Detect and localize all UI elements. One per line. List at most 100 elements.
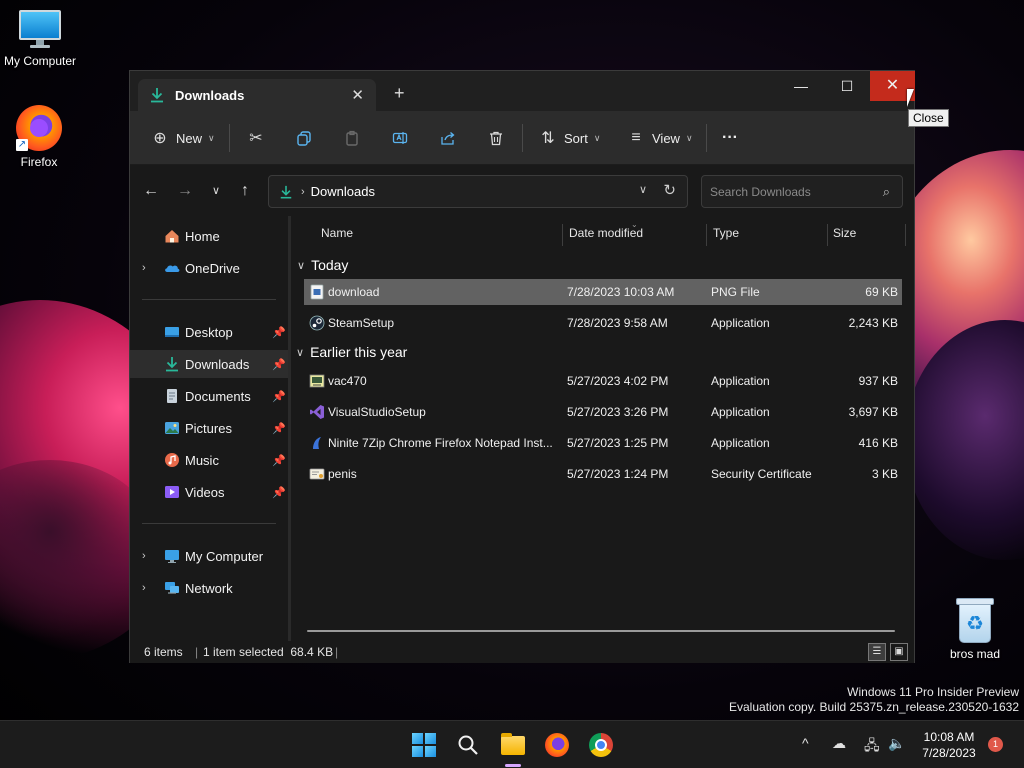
sidebar-item-pictures[interactable]: Pictures 📌 [130, 414, 288, 442]
rename-button[interactable] [390, 124, 410, 152]
tab-title: Downloads [175, 87, 245, 103]
chevron-down-icon: ∨ [685, 132, 693, 143]
sidebar-item-downloads[interactable]: Downloads 📌 [130, 350, 288, 378]
search-icon: ⌕ [882, 184, 890, 199]
table-row[interactable]: download 7/28/2023 10:03 AM PNG File 69 … [304, 279, 902, 305]
search-input[interactable]: Search Downloads ⌕ [701, 175, 903, 208]
sidebar-item-music[interactable]: Music 📌 [130, 446, 288, 474]
table-row[interactable]: Ninite 7Zip Chrome Firefox Notepad Inst.… [304, 430, 902, 456]
more-icon: ··· [722, 129, 738, 146]
music-icon [165, 453, 179, 467]
horizontal-scrollbar[interactable] [307, 630, 895, 632]
png-file-icon [310, 284, 324, 300]
sidebar-item-documents[interactable]: Documents 📌 [130, 382, 288, 410]
file-date: 5/27/2023 1:25 PM [567, 436, 669, 450]
evaluation-watermark: Windows 11 Pro Insider Preview Evaluatio… [729, 685, 1019, 715]
pin-icon[interactable]: 📌 [272, 486, 286, 499]
details-view-button[interactable]: ☰ [868, 643, 886, 661]
sort-button[interactable]: ⇅ Sort ∨ [538, 124, 600, 152]
sidebar-item-desktop[interactable]: Desktop 📌 [130, 318, 288, 346]
status-bar: 6 items | 1 item selected 68.4 KB | ☰ ▣ [130, 641, 914, 663]
file-date: 7/28/2023 10:03 AM [567, 285, 675, 299]
back-button[interactable]: ← [140, 180, 162, 202]
trash-icon [486, 128, 506, 148]
sidebar-item-home[interactable]: Home [130, 222, 288, 250]
chevron-right-icon[interactable]: › [142, 582, 146, 594]
show-hidden-icons-button[interactable]: ^ [802, 735, 809, 751]
title-bar[interactable]: Downloads ✕ + — ☐ ✕ [130, 71, 915, 111]
sidebar-item-network[interactable]: › Network [130, 574, 288, 602]
file-name: Ninite 7Zip Chrome Firefox Notepad Inst.… [328, 436, 553, 450]
selection-info: 1 item selected 68.4 KB [203, 645, 334, 659]
new-tab-button[interactable]: + [394, 83, 405, 104]
copy-button[interactable] [294, 124, 314, 152]
sidebar-item-label: Music [185, 452, 219, 468]
shortcut-arrow-icon: ↗ [16, 139, 28, 151]
group-header-earlier-this-year[interactable]: ∨ Earlier this year [296, 340, 407, 364]
desktop-icon-my-computer[interactable]: My Computer [0, 10, 80, 68]
recycle-bin-icon: ♻ [956, 597, 994, 643]
pin-icon[interactable]: 📌 [272, 454, 286, 467]
clock-time: 10:08 AM [923, 730, 975, 744]
table-row[interactable]: penis 5/27/2023 1:24 PM Security Certifi… [304, 461, 902, 487]
large-icons-view-button[interactable]: ▣ [890, 643, 908, 661]
onedrive-offline-icon[interactable]: ☁ [832, 735, 846, 752]
downloads-icon [151, 88, 163, 103]
sidebar-item-onedrive[interactable]: › OneDrive [130, 254, 288, 282]
desktop-icon-recycle-bin[interactable]: ♻ bros mad [935, 597, 1015, 661]
copy-icon [294, 128, 314, 148]
chevron-down-icon[interactable]: ∨ [639, 183, 647, 196]
watermark-line: Evaluation copy. Build 25375.zn_release.… [729, 700, 1019, 714]
address-row: ← → ∨ ↑ › Downloads ∨ ↻ Search Downloads… [130, 166, 914, 216]
file-size: 69 KB [865, 285, 898, 299]
breadcrumb-downloads[interactable]: Downloads [311, 184, 375, 199]
firefox-icon: ↗ [16, 105, 62, 151]
pin-icon[interactable]: 📌 [272, 390, 286, 403]
delete-button[interactable] [486, 124, 506, 152]
refresh-icon[interactable]: ↻ [663, 181, 676, 199]
desktop-icon-firefox[interactable]: ↗ Firefox [0, 105, 79, 169]
taskbar-chrome[interactable] [585, 729, 617, 761]
forward-button[interactable]: → [174, 180, 196, 202]
file-type: Application [711, 436, 770, 450]
file-size: 3,697 KB [848, 405, 898, 419]
network-icon[interactable]: 🖧 [864, 735, 880, 759]
up-button[interactable]: ↑ [234, 180, 256, 202]
search-button[interactable] [452, 729, 484, 761]
file-name: SteamSetup [328, 316, 395, 330]
pin-icon[interactable]: 📌 [272, 358, 286, 371]
taskbar-clock[interactable]: 10:08 AM 7/28/2023 [914, 729, 984, 761]
taskbar-firefox[interactable] [541, 729, 573, 761]
notification-badge[interactable]: 1 [988, 737, 1003, 752]
share-button[interactable] [438, 124, 458, 152]
tab-downloads[interactable]: Downloads ✕ [138, 79, 376, 111]
sidebar-item-label: Downloads [185, 356, 250, 372]
new-button[interactable]: ⊕ New ∨ [150, 124, 214, 152]
file-size: 416 KB [858, 436, 898, 450]
paste-button[interactable] [342, 124, 362, 152]
chevron-right-icon[interactable]: › [142, 262, 146, 274]
rename-icon [390, 128, 410, 148]
minimize-button[interactable]: — [778, 71, 824, 101]
sidebar-item-videos[interactable]: Videos 📌 [130, 478, 288, 506]
volume-icon[interactable]: 🔈 [888, 735, 905, 752]
breadcrumb-chevron-icon: › [301, 185, 305, 198]
maximize-button[interactable]: ☐ [824, 71, 870, 101]
address-bar[interactable]: › Downloads ∨ ↻ [268, 175, 688, 208]
more-options-button[interactable]: ··· [722, 124, 738, 152]
sidebar-item-my-computer[interactable]: › My Computer [130, 542, 288, 570]
table-row[interactable]: SteamSetup 7/28/2023 9:58 AM Application… [304, 310, 902, 336]
downloads-icon [280, 185, 292, 198]
close-tab-icon[interactable]: ✕ [351, 86, 364, 104]
taskbar-file-explorer[interactable] [497, 729, 529, 761]
chevron-right-icon[interactable]: › [142, 550, 146, 562]
recent-locations-button[interactable]: ∨ [205, 180, 227, 202]
cut-button[interactable]: ✂ [246, 124, 266, 152]
table-row[interactable]: VisualStudioSetup 5/27/2023 3:26 PM Appl… [304, 399, 902, 425]
view-button[interactable]: ≡ View ∨ [626, 124, 693, 152]
start-button[interactable] [408, 729, 440, 761]
pin-icon[interactable]: 📌 [272, 326, 286, 339]
pin-icon[interactable]: 📌 [272, 422, 286, 435]
sidebar-item-label: Documents [185, 388, 251, 404]
table-row[interactable]: vac470 5/27/2023 4:02 PM Application 937… [304, 368, 902, 394]
